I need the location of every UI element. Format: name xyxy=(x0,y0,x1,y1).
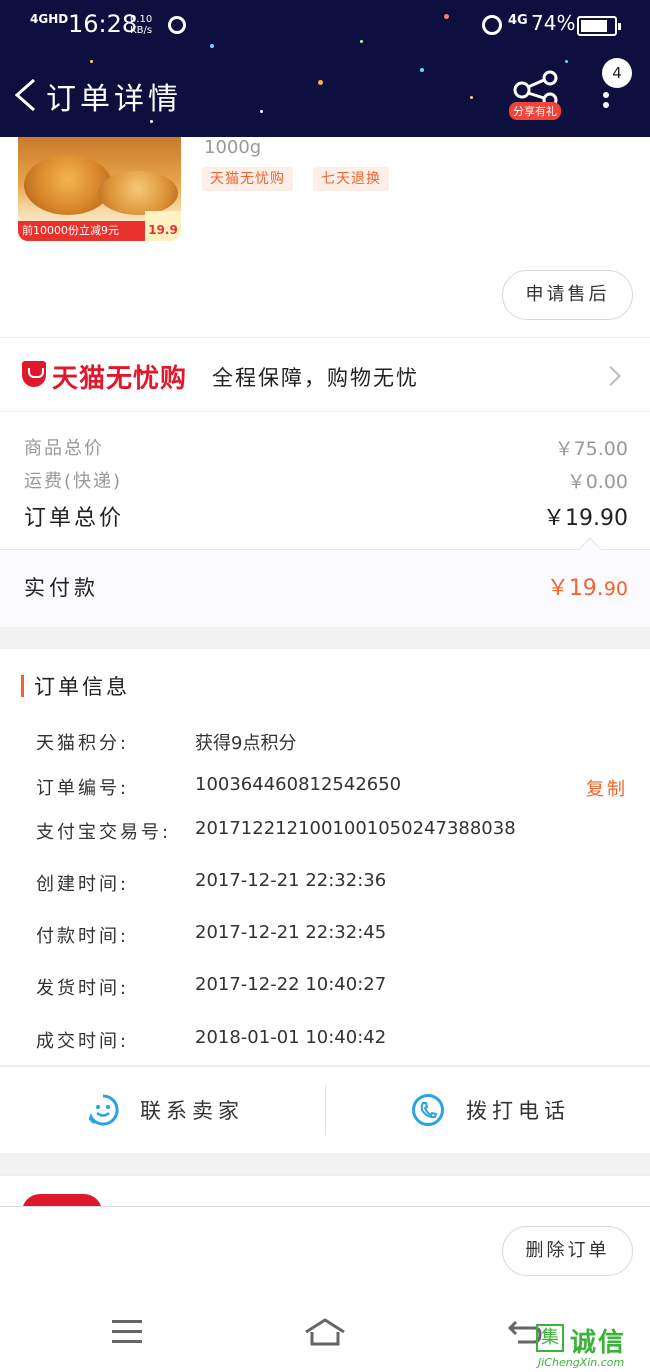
info-key: 付款时间: xyxy=(36,926,130,947)
info-value: 2017-12-21 22:32:36 xyxy=(195,870,387,891)
more-options-icon[interactable] xyxy=(603,92,611,114)
contact-bar: 联系卖家 拨打电话 xyxy=(0,1066,650,1153)
signal-indicator: 4GHD xyxy=(30,12,69,26)
info-value: 2017-12-21 22:32:45 xyxy=(195,922,387,943)
info-key: 创建时间: xyxy=(36,874,130,895)
battery-icon xyxy=(577,16,621,36)
order-info-section: 订单信息 天猫积分: 获得9点积分 订单编号: 1003644608125426… xyxy=(0,649,650,1065)
guarantee-brand: 天猫无忧购 xyxy=(52,364,188,394)
section-accent-bar xyxy=(21,675,24,697)
info-row-order-number: 订单编号: 100364460812542650 xyxy=(0,774,650,804)
phone-icon xyxy=(412,1094,444,1126)
promo-price: 19.9 xyxy=(145,211,181,241)
info-value: 2017-12-22 10:40:27 xyxy=(195,974,387,995)
guarantee-row[interactable]: 天猫无忧购 全程保障，购物无忧 xyxy=(0,337,650,412)
info-value: 2018-01-01 10:40:42 xyxy=(195,1027,387,1048)
watermark-logo: 集 xyxy=(536,1324,564,1352)
info-value: 2017122121001001050247388038 xyxy=(195,818,516,839)
tag-seven-day-return: 七天退换 xyxy=(313,167,389,191)
after-sale-button[interactable]: 申请售后 xyxy=(502,270,633,320)
order-total-label: 订单总价 xyxy=(24,506,125,531)
info-row-created-time: 创建时间: 2017-12-21 22:32:36 xyxy=(0,870,650,900)
order-info-title: 订单信息 xyxy=(34,675,130,699)
network-type: 4G xyxy=(508,13,528,28)
network-speed: 0.10 KB/s xyxy=(130,14,153,36)
contact-seller-label: 联系卖家 xyxy=(140,1099,244,1123)
home-icon[interactable] xyxy=(304,1318,346,1346)
goods-total-value: ￥75.00 xyxy=(554,438,628,460)
shield-icon xyxy=(22,361,46,387)
status-bar: 4GHD 16:28 0.10 KB/s 4G 74% xyxy=(0,0,650,50)
promo-banner: 前10000份立减9元 xyxy=(18,221,158,241)
price-summary: 商品总价 ￥75.00 运费(快递) ￥0.00 订单总价 ￥19.90 xyxy=(0,412,650,549)
info-key: 发货时间: xyxy=(36,978,130,999)
menu-icon[interactable] xyxy=(112,1320,142,1344)
page-title: 订单详情 xyxy=(46,82,182,117)
info-row-paid-time: 付款时间: 2017-12-21 22:32:45 xyxy=(0,922,650,952)
watermark-text: 诚信 xyxy=(570,1328,627,1358)
product-photo-secondary xyxy=(98,171,178,215)
info-key: 支付宝交易号: xyxy=(36,822,172,843)
watermark-url: JiChengXin.com xyxy=(538,1356,625,1369)
call-phone-label: 拨打电话 xyxy=(466,1099,570,1123)
shipping-label: 运费(快递) xyxy=(24,471,123,492)
order-footer: 删除订单 xyxy=(0,1206,650,1296)
product-image[interactable]: 前10000份立减9元 19.9 xyxy=(18,137,181,241)
paid-value: ￥19.90 xyxy=(546,576,628,601)
shipping-value: ￥0.00 xyxy=(566,471,628,493)
status-time: 16:28 xyxy=(68,10,138,38)
alarm-icon xyxy=(482,15,502,35)
info-key: 订单编号: xyxy=(36,778,130,799)
paid-amount-row: 实付款 ￥19.90 xyxy=(0,537,650,627)
guarantee-slogan: 全程保障，购物无忧 xyxy=(212,366,419,390)
order-total-value: ￥19.90 xyxy=(543,506,628,531)
product-photo xyxy=(24,155,112,215)
info-key: 成交时间: xyxy=(36,1031,130,1052)
app-header: 4GHD 16:28 0.10 KB/s 4G 74% 订单详情 分享有礼 4 xyxy=(0,0,650,137)
info-value: 100364460812542650 xyxy=(195,774,402,795)
call-phone-button[interactable]: 拨打电话 xyxy=(325,1067,650,1154)
site-watermark: 集 诚信 JiChengXin.com xyxy=(532,1320,650,1372)
info-value: 获得9点积分 xyxy=(195,733,297,754)
recommendation-card xyxy=(0,1175,650,1210)
product-spec: 1000g xyxy=(204,137,262,158)
chat-smile-icon xyxy=(86,1094,119,1127)
info-row-completed-time: 成交时间: 2018-01-01 10:40:42 xyxy=(0,1027,650,1057)
paid-label: 实付款 xyxy=(24,576,99,600)
delete-order-button[interactable]: 删除订单 xyxy=(502,1226,633,1276)
info-key: 天猫积分: xyxy=(36,733,130,754)
contact-seller-button[interactable]: 联系卖家 xyxy=(0,1067,325,1154)
globe-icon xyxy=(168,16,186,34)
info-row-points: 天猫积分: 获得9点积分 xyxy=(0,729,650,759)
chevron-right-icon xyxy=(601,366,621,386)
share-reward-badge[interactable]: 分享有礼 xyxy=(509,102,561,120)
tag-tmall-worry-free: 天猫无忧购 xyxy=(202,167,293,191)
goods-total-label: 商品总价 xyxy=(24,438,104,459)
battery-percent: 74% xyxy=(531,11,576,35)
info-row-alipay-trade-number: 支付宝交易号: 2017122121001001050247388038 xyxy=(0,818,650,848)
message-count-badge[interactable]: 4 xyxy=(602,58,632,88)
info-row-shipped-time: 发货时间: 2017-12-22 10:40:27 xyxy=(0,974,650,1004)
product-card: 前10000份立减9元 19.9 1000g 天猫无忧购 七天退换 申请售后 xyxy=(0,137,650,337)
back-arrow-icon[interactable] xyxy=(12,78,38,112)
copy-order-number-button[interactable]: 复制 xyxy=(586,775,628,801)
